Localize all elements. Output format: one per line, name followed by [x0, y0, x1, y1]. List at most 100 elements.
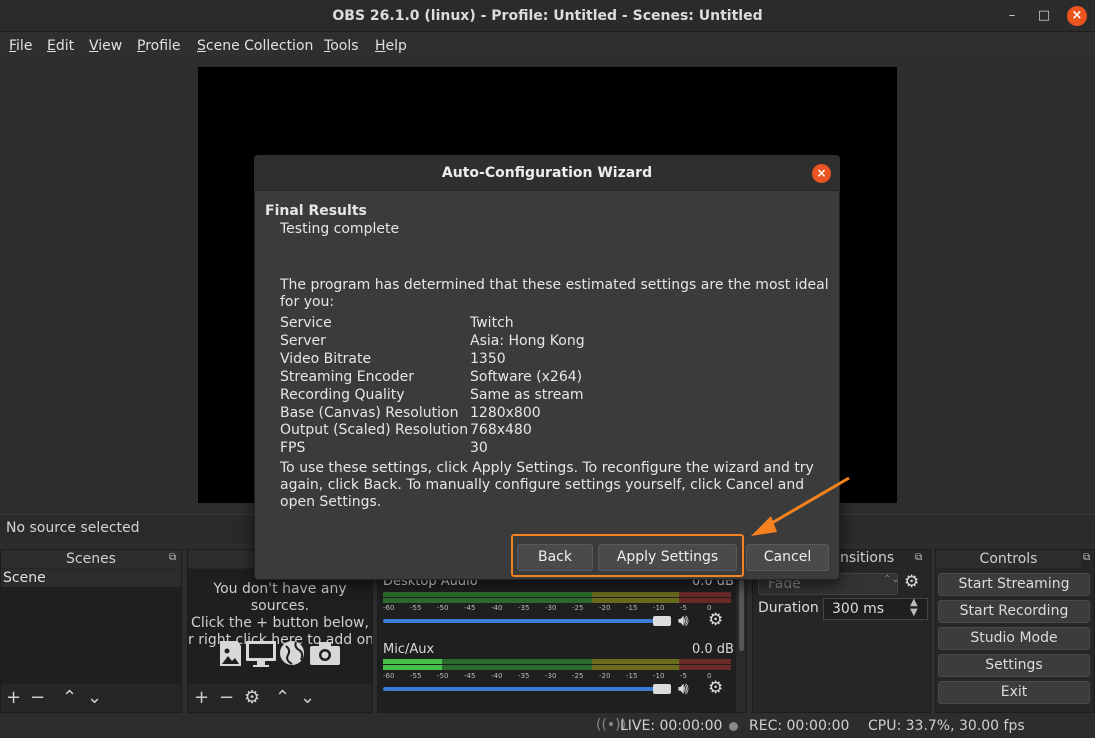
settings-button[interactable]: Settings — [938, 654, 1090, 677]
setting-value: 30 — [470, 440, 488, 456]
desktop-audio-slider-handle[interactable] — [653, 616, 671, 626]
meter-tick: -25 — [572, 604, 584, 612]
setting-value: 1280x800 — [470, 405, 541, 421]
menu-profile[interactable]: Profile — [137, 33, 181, 59]
start-streaming-button[interactable]: Start Streaming — [938, 573, 1090, 596]
menu-edit[interactable]: Edit — [47, 33, 74, 59]
setting-label: Base (Canvas) Resolution — [280, 405, 459, 421]
no-source-label: No source selected — [6, 520, 140, 536]
studio-mode-button[interactable]: Studio Mode — [938, 627, 1090, 650]
mic-aux-db: 0.0 dB — [692, 642, 734, 657]
desktop-audio-volume-slider[interactable] — [383, 619, 657, 623]
speaker-icon[interactable]: 🔊︎ — [678, 679, 689, 699]
meter-tick: -60 — [383, 604, 395, 612]
speaker-icon[interactable]: 🔊︎ — [678, 611, 689, 631]
mic-aux-volume-slider[interactable] — [383, 687, 657, 691]
cancel-button[interactable]: Cancel — [746, 544, 829, 571]
menu-file[interactable]: File — [9, 33, 32, 59]
mixer-scrollbar[interactable] — [737, 569, 746, 712]
setting-value: Same as stream — [470, 387, 584, 403]
dock-float-icon[interactable]: ⧉ — [1083, 552, 1090, 563]
meter-tick: -10 — [653, 604, 665, 612]
meter-tick: -25 — [572, 672, 584, 680]
close-icon[interactable]: × — [1067, 6, 1087, 26]
meter-tick: -50 — [437, 672, 449, 680]
gear-icon[interactable]: ⚙ — [904, 572, 919, 592]
meter-tick: -20 — [599, 672, 611, 680]
setting-value: 768x480 — [470, 422, 532, 438]
remove-source-button[interactable]: − — [219, 688, 234, 708]
scene-list-item[interactable]: Scene — [1, 569, 181, 587]
add-source-button[interactable]: + — [194, 688, 209, 708]
setting-label: Recording Quality — [280, 387, 405, 403]
meter-tick: -50 — [437, 604, 449, 612]
setting-label: FPS — [280, 440, 306, 456]
dock-float-icon[interactable]: ⧉ — [169, 552, 176, 563]
menu-help[interactable]: Help — [375, 33, 407, 59]
dialog-close-icon[interactable]: × — [812, 164, 831, 183]
meter-tick: -45 — [464, 604, 476, 612]
setting-label: Streaming Encoder — [280, 369, 414, 385]
menu-view[interactable]: View — [89, 33, 122, 59]
mic-aux-slider-handle[interactable] — [653, 684, 671, 694]
scenes-dock-title: Scenes — [1, 550, 181, 568]
gear-icon[interactable]: ⚙ — [708, 678, 723, 698]
display-icon — [246, 641, 276, 667]
menu-scene-collection[interactable]: Scene Collection — [197, 33, 313, 59]
live-timer: LIVE: 00:00:00 — [620, 718, 723, 734]
menu-tools[interactable]: Tools — [324, 33, 359, 59]
move-scene-down-button[interactable]: ⌄ — [87, 688, 102, 708]
mic-aux-meter — [383, 665, 731, 670]
outro-text: To use these settings, click Apply Setti… — [280, 460, 814, 476]
sources-empty-line: Click the + button below, — [191, 615, 369, 631]
source-type-icons — [218, 638, 348, 668]
intro-text: for you: — [280, 294, 335, 310]
meter-tick: -15 — [626, 672, 638, 680]
sources-empty-line: You don't have any sources. — [213, 581, 347, 614]
meter-tick: -35 — [518, 672, 530, 680]
intro-text: The program has determined that these es… — [280, 277, 829, 293]
meter-tick: -40 — [491, 672, 503, 680]
minimize-icon[interactable]: – — [1002, 6, 1022, 26]
globe-icon — [280, 641, 304, 665]
meter-tick: -30 — [545, 604, 557, 612]
desktop-audio-meter — [383, 592, 731, 597]
move-source-up-button[interactable]: ⌃ — [275, 688, 290, 708]
controls-dock-title: Controls — [936, 550, 1081, 568]
duration-label: Duration — [758, 600, 819, 616]
move-source-down-button[interactable]: ⌄ — [300, 688, 315, 708]
dock-float-icon[interactable]: ⧉ — [915, 552, 922, 563]
add-scene-button[interactable]: + — [6, 688, 21, 708]
source-properties-button[interactable]: ⚙ — [244, 688, 260, 708]
transitions-dock-title: nsitions — [840, 550, 895, 566]
final-results-heading: Final Results — [265, 203, 367, 219]
setting-label: Service — [280, 315, 332, 331]
meter-tick: -60 — [383, 672, 395, 680]
move-scene-up-button[interactable]: ⌃ — [62, 688, 77, 708]
meter-tick: -55 — [410, 604, 422, 612]
outro-text: again, click Back. To manually configure… — [280, 477, 805, 493]
maximize-icon[interactable]: □ — [1034, 6, 1054, 26]
spinbox-arrows-icon[interactable]: ▲ ▼ — [910, 598, 918, 618]
setting-label: Output (Scaled) Resolution — [280, 422, 469, 438]
setting-value: Twitch — [470, 315, 514, 331]
window-title: OBS 26.1.0 (linux) - Profile: Untitled -… — [332, 8, 763, 24]
setting-label: Video Bitrate — [280, 351, 372, 367]
setting-label: Server — [280, 333, 326, 349]
setting-value: 1350 — [470, 351, 506, 367]
setting-value: Asia: Hong Kong — [470, 333, 585, 349]
image-icon — [220, 641, 241, 666]
testing-status: Testing complete — [280, 221, 400, 237]
mic-aux-label: Mic/Aux — [383, 642, 435, 657]
meter-tick: -55 — [410, 672, 422, 680]
meter-tick: -10 — [653, 672, 665, 680]
setting-value: Software (x264) — [470, 369, 583, 385]
start-recording-button[interactable]: Start Recording — [938, 600, 1090, 623]
meter-tick: -40 — [491, 604, 503, 612]
meter-tick: -15 — [626, 604, 638, 612]
annotation-arrow-icon — [751, 476, 850, 536]
exit-button[interactable]: Exit — [938, 681, 1090, 704]
chevron-updown-icon[interactable]: ⌃⌄ — [883, 574, 900, 585]
gear-icon[interactable]: ⚙ — [708, 610, 723, 630]
remove-scene-button[interactable]: − — [30, 688, 45, 708]
